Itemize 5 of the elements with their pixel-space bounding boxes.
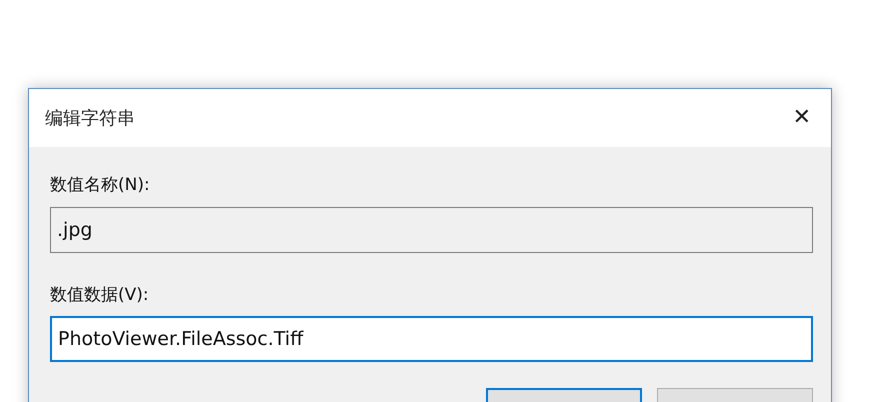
close-button[interactable]: ✕ xyxy=(786,107,817,129)
field-label: 数值名称(N): xyxy=(50,174,151,197)
field-label: 数值数据(V): xyxy=(50,284,150,306)
window-title: 编辑字符串 xyxy=(45,106,135,130)
text-field[interactable]: PhotoViewer.FileAssoc.Tiff xyxy=(50,316,813,362)
